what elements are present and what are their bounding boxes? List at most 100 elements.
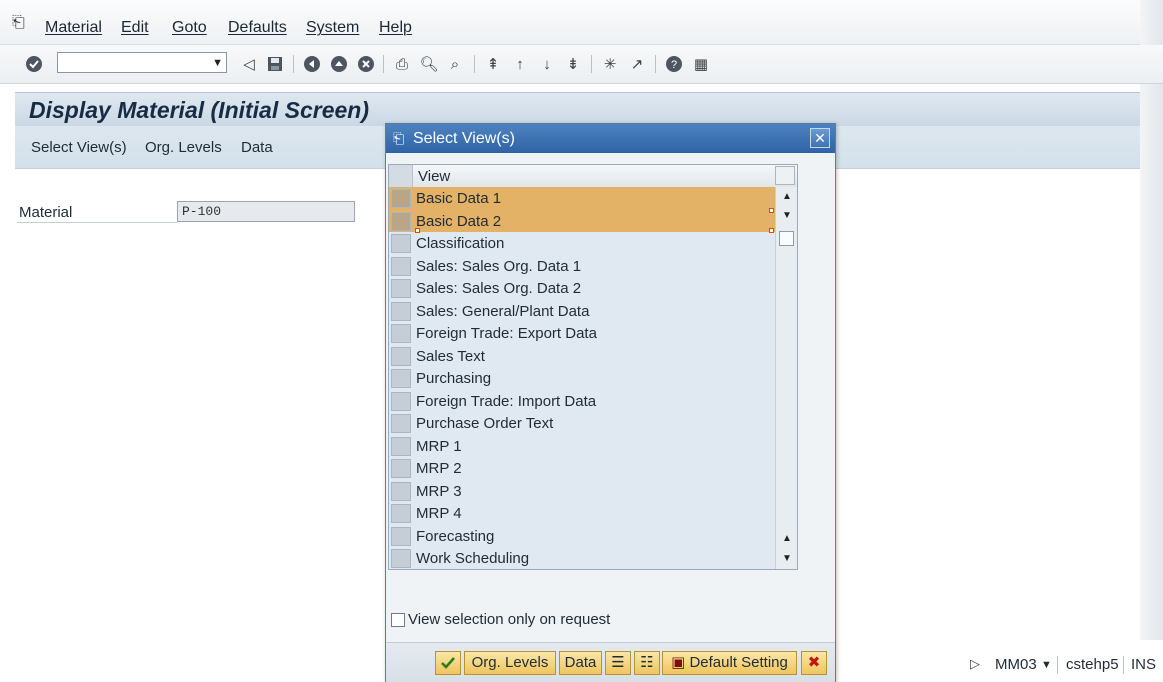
default-setting-button[interactable]: ▣ Default Setting [662, 651, 797, 675]
row-selector[interactable] [391, 504, 411, 523]
view-label: Sales: General/Plant Data [416, 302, 590, 320]
row-selector[interactable] [391, 324, 411, 343]
table-row[interactable]: Sales: Sales Org. Data 2 [389, 277, 775, 300]
row-selector[interactable] [391, 279, 411, 298]
table-row[interactable]: MRP 3 [389, 480, 775, 503]
row-selector[interactable] [391, 391, 411, 411]
table-row[interactable]: Foreign Trade: Export Data [389, 322, 775, 345]
row-selector[interactable] [391, 549, 411, 568]
confirm-button[interactable] [435, 651, 461, 675]
table-row[interactable]: Purchase Order Text [389, 412, 775, 435]
input-mode[interactable]: INS [1131, 656, 1156, 673]
nav-back-icon[interactable] [301, 53, 323, 75]
table-row[interactable]: Work Scheduling [389, 547, 775, 569]
deselect-all-button[interactable]: ☷ [634, 651, 660, 675]
row-selector[interactable] [391, 256, 411, 276]
save-icon[interactable] [264, 53, 286, 75]
table-row[interactable]: Sales Text [389, 345, 775, 368]
menu-goto[interactable]: Goto [172, 19, 207, 37]
row-selector[interactable] [391, 346, 411, 366]
table-row[interactable]: Sales: General/Plant Data [389, 300, 775, 323]
scroll-up-icon[interactable]: ▲ [776, 531, 797, 547]
scroll-up-icon[interactable]: ▲ [776, 189, 797, 205]
first-page-icon[interactable]: ⇞ [482, 53, 504, 75]
table-settings-corner[interactable] [775, 166, 795, 185]
status-expand-icon[interactable]: ▷ [970, 656, 980, 672]
last-page-icon[interactable]: ⇟ [562, 53, 584, 75]
view-label: Sales: Sales Org. Data 1 [416, 257, 582, 275]
shortcut-icon[interactable]: ↗ [626, 53, 648, 75]
table-row[interactable]: Forecasting [389, 525, 775, 548]
command-input[interactable] [60, 54, 212, 73]
view-selection-checkbox[interactable] [391, 613, 405, 627]
table-row[interactable]: MRP 4 [389, 502, 775, 525]
row-selector[interactable] [391, 459, 411, 478]
row-selector[interactable] [391, 526, 411, 546]
check-icon[interactable] [23, 53, 45, 75]
row-selector[interactable] [391, 414, 411, 433]
menu-system[interactable]: System [306, 19, 359, 37]
select-all-icon: ☰ [611, 654, 625, 671]
scroll-down-icon[interactable]: ▼ [776, 551, 797, 567]
table-row[interactable]: Sales: Sales Org. Data 1 [389, 255, 775, 278]
scroll-thumb[interactable] [779, 231, 794, 246]
table-row[interactable]: Basic Data 2 [389, 209, 775, 232]
table-row[interactable]: Purchasing [389, 367, 775, 390]
menu-edit[interactable]: Edit [121, 19, 149, 37]
status-bar: ▷ MM03 ▼ cstehp5 INS [960, 650, 1163, 680]
view-selection-label: View selection only on request [408, 611, 611, 628]
view-label: MRP 1 [416, 437, 462, 455]
table-row[interactable]: MRP 1 [389, 435, 775, 458]
row-selector[interactable] [391, 211, 411, 231]
data-footer-button[interactable]: Data [559, 651, 602, 675]
select-views-dialog: ⎗ Select View(s) ✕ View Basic Data 1 Basi… [385, 123, 836, 682]
dialog-titlebar[interactable]: ⎗ Select View(s) ✕ [386, 124, 835, 153]
new-session-icon[interactable]: ✳ [599, 53, 621, 75]
chevron-down-icon[interactable]: ▼ [212, 57, 223, 69]
table-row[interactable]: Foreign Trade: Import Data [389, 390, 775, 413]
material-input[interactable]: P-100 [177, 201, 355, 222]
view-label: Purchasing [416, 370, 492, 387]
view-label: Foreign Trade: Import Data [416, 392, 597, 410]
scroll-down-icon[interactable]: ▼ [776, 208, 797, 224]
cancel-icon[interactable] [355, 53, 377, 75]
next-page-icon[interactable]: ↓ [536, 53, 558, 75]
view-table-scrollbar[interactable]: ▲ ▼ ▲ ▼ [775, 187, 797, 569]
close-icon[interactable]: ✕ [810, 128, 830, 148]
find-next-icon[interactable]: ⌕ [444, 53, 466, 75]
menu-defaults[interactable]: Defaults [228, 19, 287, 37]
org-levels-footer-button[interactable]: Org. Levels [464, 651, 556, 675]
row-selector[interactable] [391, 189, 411, 208]
cancel-button[interactable]: ✖ [801, 651, 827, 675]
window-scrollbar[interactable] [1140, 0, 1163, 640]
print-icon[interactable]: ⎙ [391, 53, 413, 75]
row-selector[interactable] [391, 301, 411, 321]
find-icon[interactable]: 🔍︎ [418, 53, 440, 75]
view-label: Basic Data 1 [416, 190, 502, 207]
help-icon[interactable]: ? [663, 53, 685, 75]
row-selector[interactable] [391, 369, 411, 388]
back-icon[interactable]: ◁ [238, 53, 260, 75]
org-levels-button[interactable]: Org. Levels [145, 139, 222, 156]
select-all-button[interactable]: ☰ [605, 651, 631, 675]
row-selector[interactable] [391, 481, 411, 501]
menu-material[interactable]: Material [45, 19, 102, 37]
select-views-button[interactable]: Select View(s) [31, 139, 127, 156]
view-label: MRP 4 [416, 505, 462, 522]
table-row[interactable]: Classification [389, 232, 775, 255]
row-selector[interactable] [391, 436, 411, 456]
material-label: Material [19, 204, 73, 221]
table-row[interactable]: MRP 2 [389, 457, 775, 480]
menu-exit-icon[interactable]: ⎗ [12, 14, 25, 32]
menu-help[interactable]: Help [379, 19, 412, 37]
row-selector[interactable] [391, 234, 411, 253]
exit-icon[interactable] [328, 53, 350, 75]
selection-handle [769, 228, 774, 233]
chevron-down-icon[interactable]: ▼ [1041, 659, 1052, 671]
command-field[interactable]: ▼ [57, 52, 227, 73]
table-row[interactable]: Basic Data 1 [389, 187, 775, 210]
layout-icon[interactable]: ▦ [690, 53, 712, 75]
prev-page-icon[interactable]: ↑ [509, 53, 531, 75]
select-all-cell[interactable] [389, 165, 413, 187]
data-button[interactable]: Data [241, 139, 273, 156]
